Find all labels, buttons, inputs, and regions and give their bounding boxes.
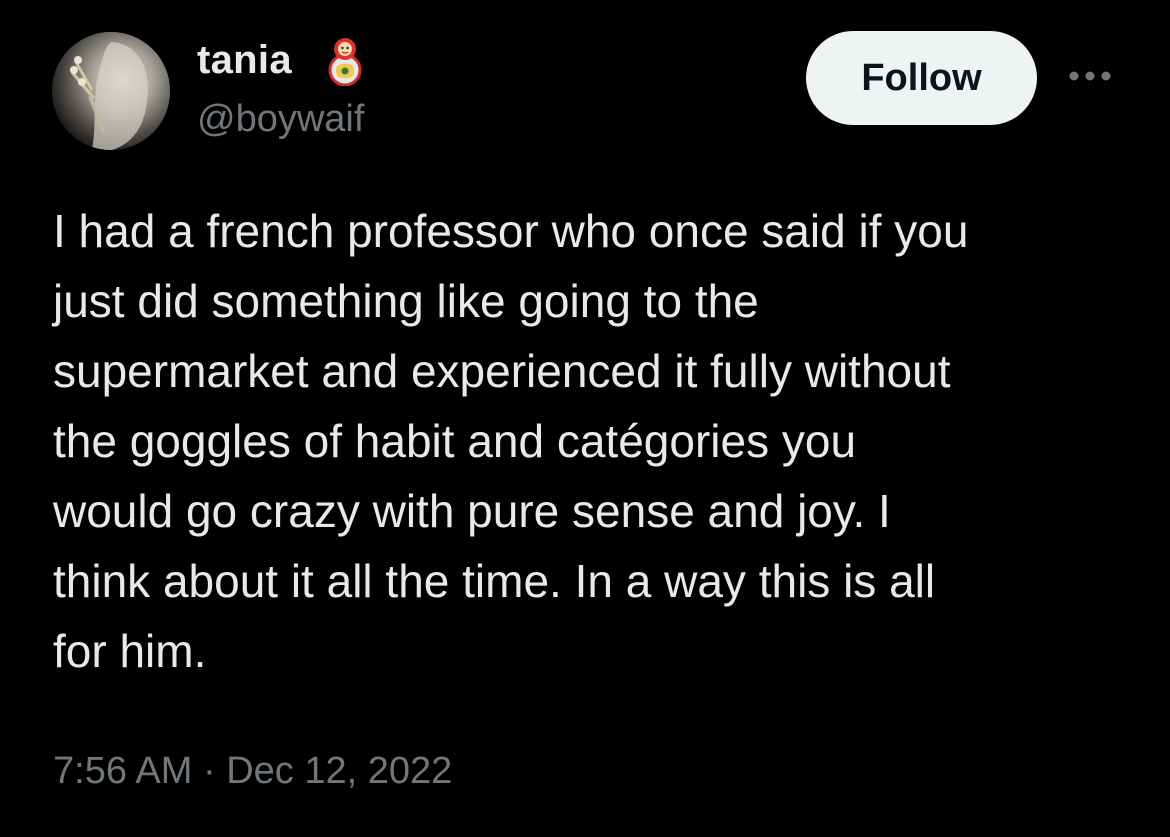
- tweet-text: I had a french professor who once said i…: [53, 205, 969, 677]
- author-handle[interactable]: @boywaif: [197, 96, 364, 142]
- tweet-timestamp[interactable]: 7:56 AM · Dec 12, 2022: [53, 746, 452, 796]
- tweet-card: tania @boywaif Follow I had a french pro…: [0, 0, 1170, 837]
- matryoshka-doll-icon: [328, 38, 362, 86]
- follow-button[interactable]: Follow: [806, 31, 1037, 125]
- author-avatar[interactable]: [52, 32, 170, 150]
- timestamp-separator: ·: [202, 750, 216, 792]
- more-horizontal-icon[interactable]: [1066, 64, 1114, 88]
- author-display-name[interactable]: tania: [197, 36, 292, 84]
- tweet-date[interactable]: Dec 12, 2022: [226, 750, 452, 792]
- avatar-photo-icon: [52, 32, 170, 150]
- tweet-time[interactable]: 7:56 AM: [53, 750, 192, 792]
